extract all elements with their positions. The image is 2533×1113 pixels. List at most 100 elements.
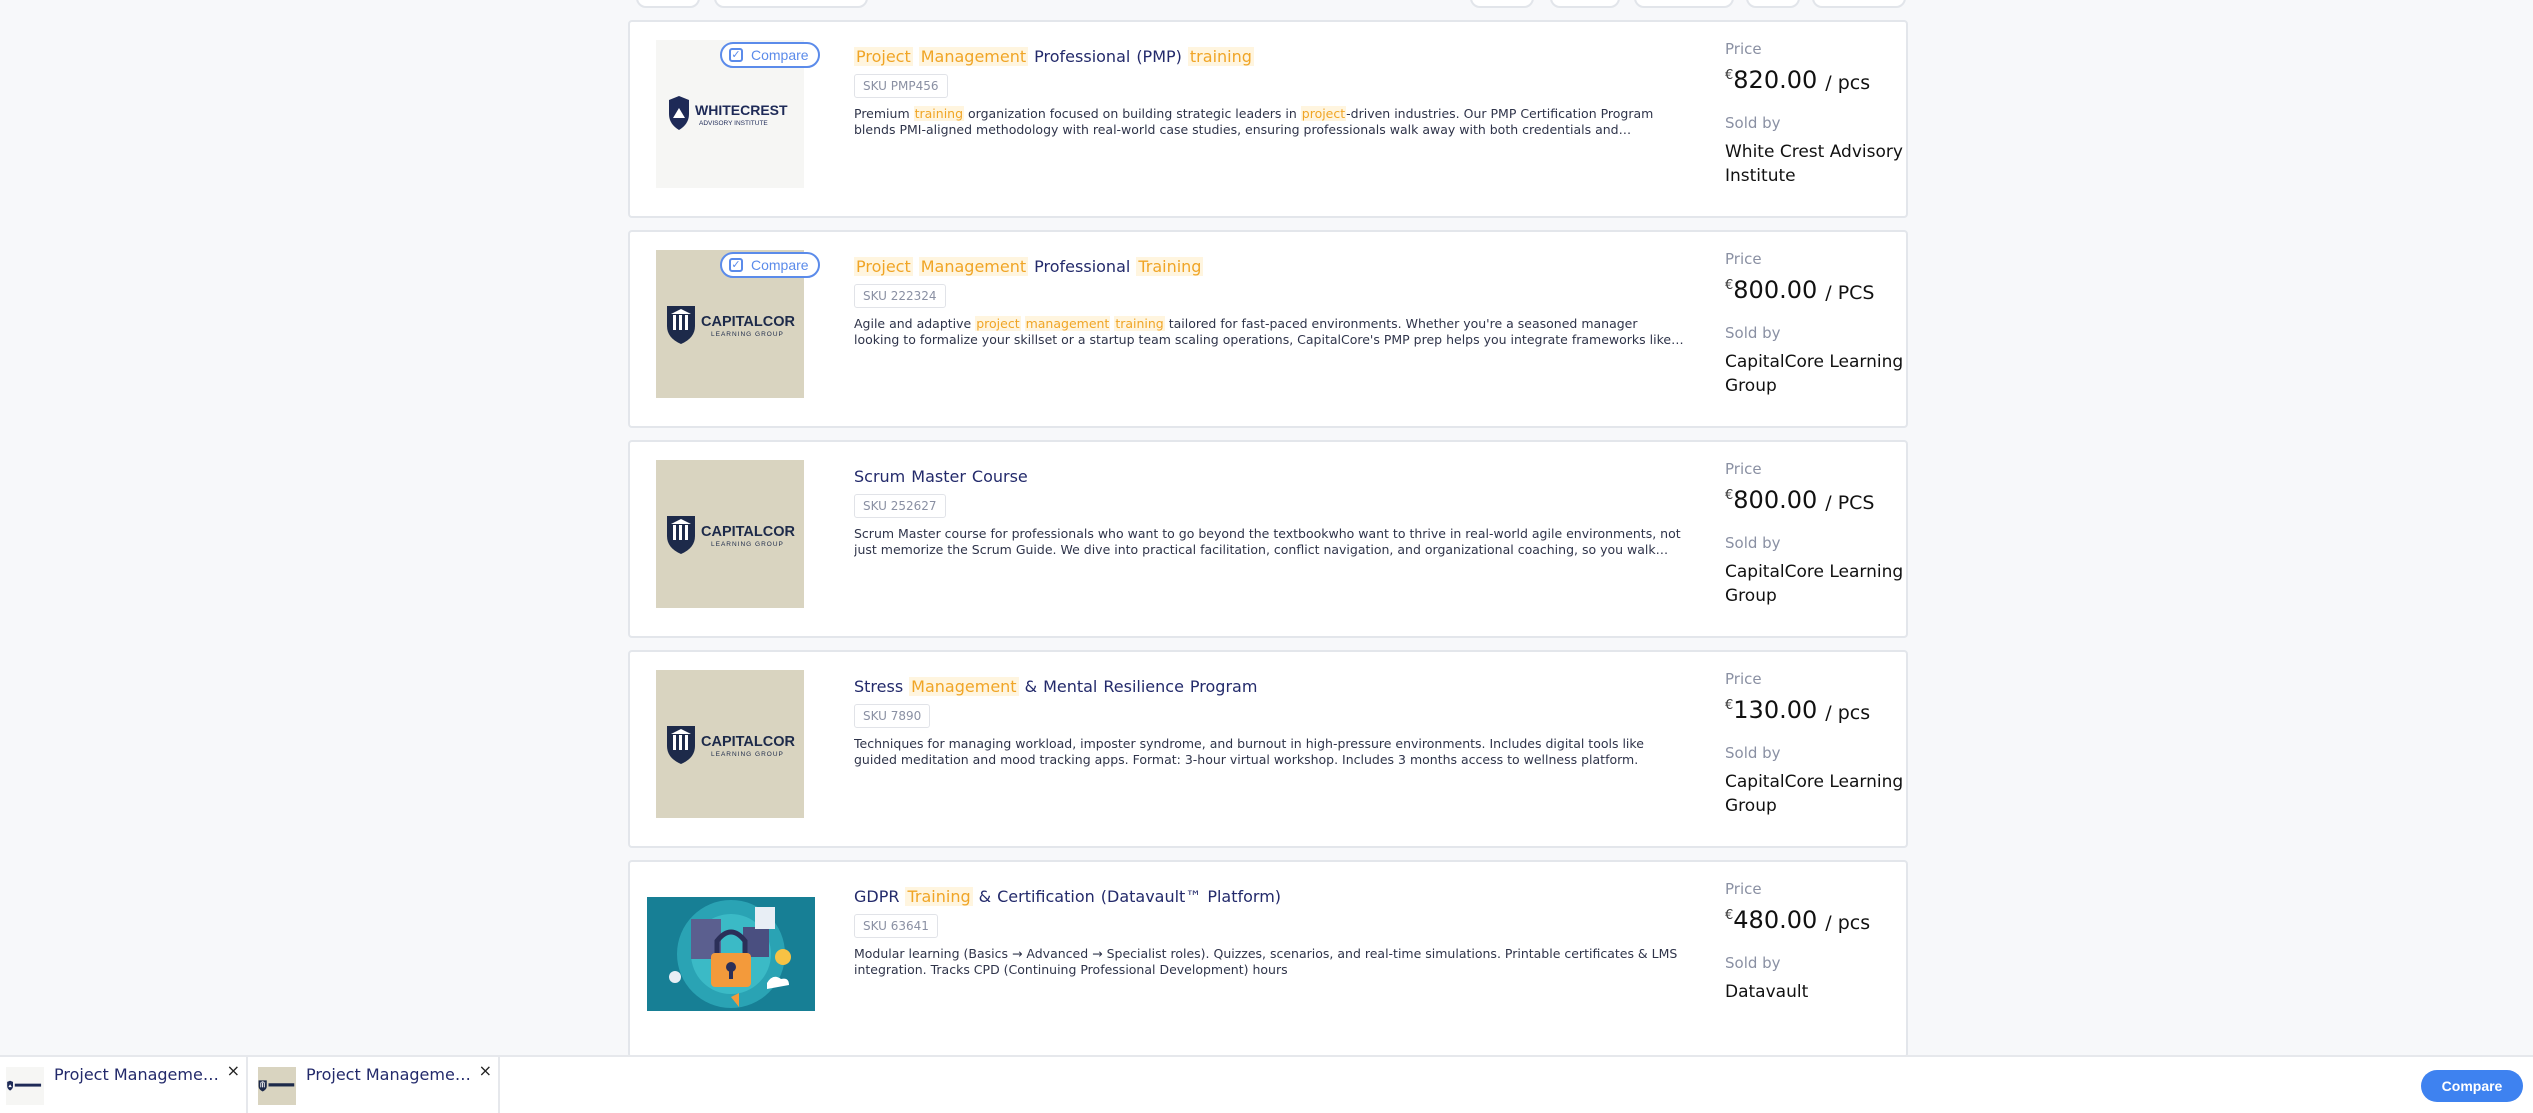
search-highlight: Project — [854, 47, 913, 66]
product-title[interactable]: Scrum Master Course — [854, 464, 1684, 490]
product-info: GDPR Training & Certification (Datavault™ Pla… — [854, 884, 1684, 978]
title-word: Program — [1189, 677, 1258, 696]
currency-symbol: € — [1725, 698, 1734, 713]
search-highlight: management — [1024, 316, 1111, 331]
compare-toggle[interactable]: ✓ Compare — [720, 42, 820, 68]
product-description: Premium training organization focused on… — [854, 106, 1684, 138]
search-highlight: training — [913, 106, 965, 121]
seller-name[interactable]: White Crest Advisory Institute — [1725, 140, 1905, 188]
filter-pill[interactable] — [1746, 0, 1800, 8]
close-icon[interactable]: × — [479, 1061, 492, 1080]
capitalcore-logo: CAPITALCORELEARNING GROUP — [667, 306, 795, 344]
price-label: Price — [1725, 250, 1762, 268]
sold-by-label: Sold by — [1725, 534, 1781, 552]
search-highlight: Management — [909, 677, 1019, 696]
search-highlight: project — [1300, 106, 1347, 121]
capitalcore-logo — [258, 1080, 295, 1092]
sku-badge: SKU 63641 — [854, 914, 938, 938]
product-card: WHITECREST ADVISORY INSTITUTE ✓ Compare Proj… — [628, 20, 1908, 218]
product-title[interactable]: Stress Management & Mental Resilience Program — [854, 674, 1684, 700]
filter-pill[interactable] — [714, 0, 868, 8]
title-word: Certification — [997, 887, 1095, 906]
price-value: €800.00 / PCS — [1725, 276, 1905, 310]
description-text: Agile and adaptive — [854, 316, 976, 331]
price-label: Price — [1725, 460, 1762, 478]
price-column: Price €480.00 / pcs Sold by Datavault — [1725, 880, 1905, 1004]
security-lock-illustration — [647, 897, 815, 1011]
product-description: Agile and adaptive project management tr… — [854, 316, 1684, 348]
title-word: Mental — [1043, 677, 1098, 696]
compare-item-name: Project Management... — [54, 1065, 224, 1084]
filter-pill[interactable] — [1812, 0, 1906, 8]
product-card: CAPITALCORE LEARNING GROUP ✓ Compare Project… — [628, 230, 1908, 428]
compare-label: Compare — [751, 47, 809, 63]
title-word: (PMP) — [1136, 47, 1182, 66]
title-word: (Datavault™ — [1100, 887, 1202, 906]
filter-pill[interactable] — [1634, 0, 1734, 8]
product-title[interactable]: GDPR Training & Certification (Datavault™ Pla… — [854, 884, 1684, 910]
price-amount: 820.00 — [1733, 66, 1818, 94]
checkbox-checked-icon[interactable]: ✓ — [729, 258, 743, 272]
filter-pill[interactable] — [1470, 0, 1534, 8]
product-description: Techniques for managing workload, impost… — [854, 736, 1684, 768]
product-info: Scrum Master Course SKU 252627 Scrum Master … — [854, 464, 1684, 558]
currency-symbol: € — [1725, 488, 1734, 503]
logo-tagline: LEARNING GROUP — [711, 541, 784, 548]
price-column: Price €800.00 / PCS Sold by CapitalCore Lear… — [1725, 250, 1905, 398]
description-text: Scrum Master course for professionals wh… — [854, 526, 1681, 557]
product-title[interactable]: Project Management Professional Training — [854, 254, 1684, 280]
close-icon[interactable]: × — [227, 1061, 240, 1080]
compare-item-name: Project Management... — [306, 1065, 476, 1084]
price-value: €820.00 / pcs — [1725, 66, 1905, 100]
title-word: Professional — [1034, 47, 1131, 66]
price-column: Price €820.00 / pcs Sold by White Crest Advi… — [1725, 40, 1905, 188]
filter-pill[interactable] — [636, 0, 700, 8]
seller-name[interactable]: CapitalCore Learning Group — [1725, 350, 1905, 398]
title-word: Stress — [854, 677, 904, 696]
seller-name[interactable]: CapitalCore Learning Group — [1725, 770, 1905, 818]
price-unit: / PCS — [1825, 492, 1875, 514]
description-text: Techniques for managing workload, impost… — [854, 736, 1644, 767]
logo-wordmark: CAPITALCORE — [701, 314, 795, 330]
description-text: Modular learning (Basics → Advanced → Sp… — [854, 946, 1678, 977]
product-image[interactable] — [647, 897, 815, 1011]
product-image[interactable]: CAPITALCORE LEARNING GROUP — [656, 460, 804, 608]
logo-wordmark: CAPITALCORE — [701, 524, 795, 540]
compare-tray-item[interactable]: Project Management... × — [0, 1057, 248, 1113]
compare-label: Compare — [751, 257, 809, 273]
title-word: Course — [971, 467, 1028, 486]
seller-name[interactable]: Datavault — [1725, 980, 1905, 1004]
price-unit: / pcs — [1825, 702, 1871, 724]
logo-tagline: LEARNING GROUP — [711, 331, 784, 338]
compare-button[interactable]: Compare — [2421, 1070, 2523, 1102]
price-label: Price — [1725, 880, 1762, 898]
price-column: Price €800.00 / PCS Sold by CapitalCore Lear… — [1725, 460, 1905, 608]
product-info: Project Management Professional (PMP) traini… — [854, 44, 1684, 138]
title-word: Scrum — [854, 467, 906, 486]
whitecrest-logo — [7, 1080, 42, 1091]
compare-tray: Project Management... × Project Management… — [0, 1055, 2533, 1113]
product-image[interactable]: CAPITALCORE LEARNING GROUP — [656, 670, 804, 818]
compare-toggle[interactable]: ✓ Compare — [720, 252, 820, 278]
sku-badge: SKU PMP456 — [854, 74, 948, 98]
search-highlight: Project — [854, 257, 913, 276]
logo-wordmark: CAPITALCORE — [701, 734, 795, 750]
compare-tray-item[interactable]: Project Management... × — [252, 1057, 500, 1113]
title-word: Platform) — [1207, 887, 1282, 906]
price-value: €800.00 / PCS — [1725, 486, 1905, 520]
sold-by-label: Sold by — [1725, 954, 1781, 972]
sku-badge: SKU 252627 — [854, 494, 946, 518]
title-word: Master — [911, 467, 966, 486]
product-title[interactable]: Project Management Professional (PMP) traini… — [854, 44, 1684, 70]
seller-name[interactable]: CapitalCore Learning Group — [1725, 560, 1905, 608]
logo-tagline: ADVISORY INSTITUTE — [699, 120, 768, 127]
checkbox-checked-icon[interactable]: ✓ — [729, 48, 743, 62]
price-value: €480.00 / pcs — [1725, 906, 1905, 940]
sold-by-label: Sold by — [1725, 744, 1781, 762]
sold-by-label: Sold by — [1725, 324, 1781, 342]
filter-pill[interactable] — [1550, 0, 1620, 8]
gear-icon — [775, 949, 791, 965]
title-word: Resilience — [1103, 677, 1184, 696]
capitalcore-logo: CAPITALCORELEARNING GROUP — [667, 726, 795, 764]
title-word: & — [978, 887, 992, 906]
